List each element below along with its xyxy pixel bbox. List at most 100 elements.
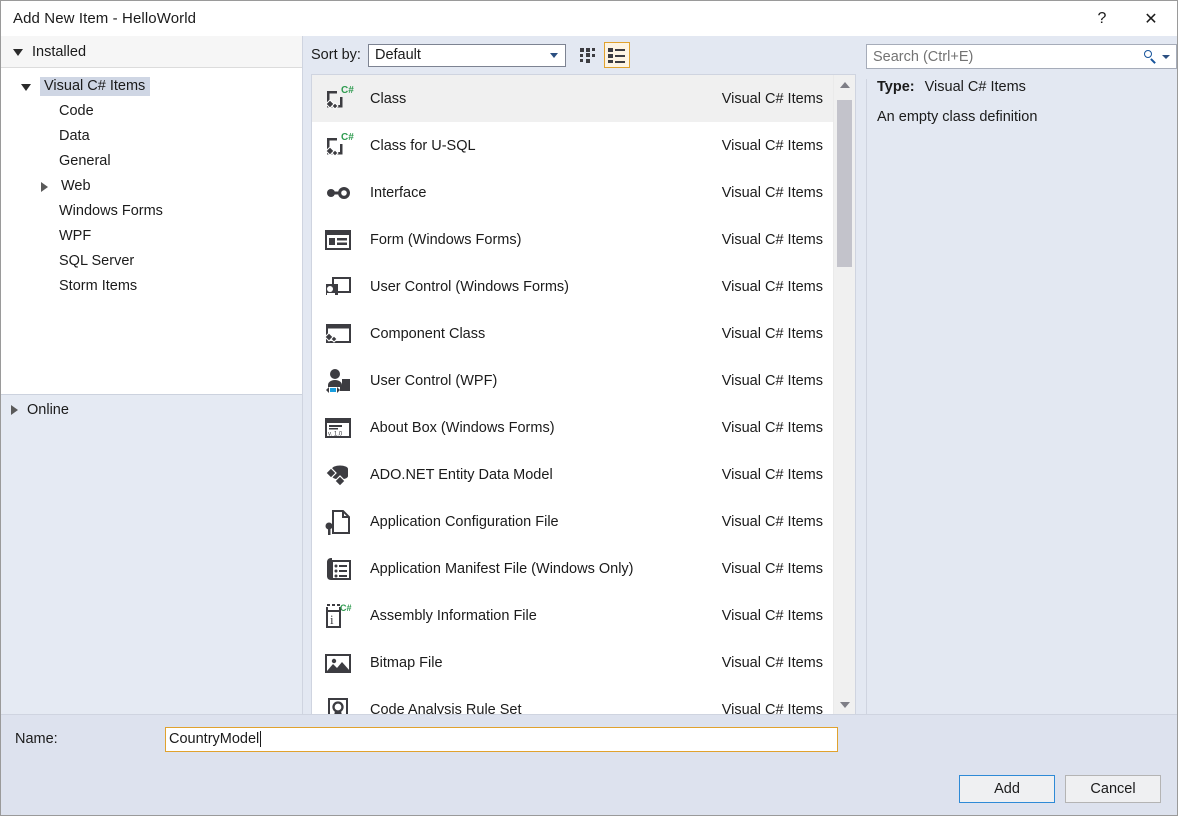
- scrollbar-thumb[interactable]: [837, 100, 852, 267]
- search-input[interactable]: Search (Ctrl+E): [867, 49, 973, 65]
- add-button[interactable]: Add: [959, 775, 1055, 803]
- sidebar-item-data[interactable]: Data: [1, 124, 302, 149]
- rule-set-icon: [320, 693, 356, 714]
- list-view-icon: [608, 47, 626, 63]
- close-button[interactable]: ✕: [1125, 1, 1177, 36]
- list-item-category: Visual C# Items: [721, 466, 823, 483]
- text-caret: [260, 731, 262, 747]
- sidebar-item-sql-server[interactable]: SQL Server: [1, 249, 302, 274]
- center-column: Sort by: Default C# Class Visual C# Item…: [303, 36, 856, 714]
- list-item[interactable]: Form (Windows Forms) Visual C# Items: [312, 216, 833, 263]
- help-button[interactable]: ?: [1079, 1, 1125, 36]
- list-item-name: User Control (Windows Forms): [370, 278, 569, 295]
- triangle-up-icon: [839, 81, 850, 88]
- list-item[interactable]: Application Configuration File Visual C# …: [312, 498, 833, 545]
- dialog-title: Add New Item - HelloWorld: [13, 10, 197, 27]
- sort-by-value: Default: [374, 47, 421, 63]
- chevron-down-icon[interactable]: [21, 84, 31, 91]
- list-item-category: Visual C# Items: [721, 90, 823, 107]
- list-item[interactable]: Interface Visual C# Items: [312, 169, 833, 216]
- list-item-category: Visual C# Items: [721, 513, 823, 530]
- view-toggle-group: [576, 42, 630, 68]
- list-item-category: Visual C# Items: [721, 607, 823, 624]
- list-item[interactable]: C# Class Visual C# Items: [312, 75, 833, 122]
- sidebar-item-storm-items[interactable]: Storm Items: [1, 274, 302, 299]
- sidebar-installed-header[interactable]: Installed: [1, 36, 302, 68]
- dialog-button-bar: Add Cancel: [1, 763, 1177, 815]
- triangle-down-icon: [839, 701, 850, 708]
- dialog-body: Installed Visual C# Items Code Data General…: [1, 36, 1177, 714]
- sidebar-item-label: WPF: [59, 228, 92, 244]
- scroll-down-button[interactable]: [834, 695, 855, 714]
- name-input[interactable]: CountryModel: [165, 726, 838, 752]
- form-icon: [320, 223, 356, 257]
- sidebar-item-visual-c-items[interactable]: Visual C# Items: [1, 74, 302, 99]
- sidebar-item-label: Visual C# Items: [40, 77, 151, 96]
- sidebar-item-label: Data: [59, 128, 90, 144]
- list-item-category: Visual C# Items: [721, 325, 823, 342]
- name-bar: Name: CountryModel: [1, 714, 1177, 763]
- bitmap-icon: [320, 646, 356, 680]
- sidebar-online-section: Online: [1, 393, 302, 714]
- sidebar-item-wpf[interactable]: WPF: [1, 224, 302, 249]
- list-item[interactable]: Component Class Visual C# Items: [312, 310, 833, 357]
- sidebar-item-label: Web: [61, 178, 91, 194]
- tiles-view-icon: [580, 47, 596, 63]
- list-item-name: About Box (Windows Forms): [370, 419, 555, 436]
- list-item[interactable]: C# Class for U-SQL Visual C# Items: [312, 122, 833, 169]
- app-config-icon: [320, 505, 356, 539]
- list-item[interactable]: User Control (WPF) Visual C# Items: [312, 357, 833, 404]
- search-icon[interactable]: [1144, 50, 1157, 64]
- cancel-button[interactable]: Cancel: [1065, 775, 1161, 803]
- sidebar-item-general[interactable]: General: [1, 149, 302, 174]
- detail-description: An empty class definition: [877, 109, 1038, 125]
- list-item[interactable]: Bitmap File Visual C# Items: [312, 639, 833, 686]
- name-input-value: CountryModel: [169, 731, 260, 747]
- item-list-container: C# Class Visual C# Items C# Class for U-SQL V…: [311, 74, 856, 714]
- sidebar-item-code[interactable]: Code: [1, 99, 302, 124]
- sidebar-item-label: SQL Server: [59, 253, 135, 269]
- list-item[interactable]: Application Manifest File (Windows Only)…: [312, 545, 833, 592]
- list-item[interactable]: ADO.NET Entity Data Model Visual C# Items: [312, 451, 833, 498]
- list-item-category: Visual C# Items: [721, 231, 823, 248]
- list-item-name: Application Configuration File: [370, 513, 559, 530]
- sidebar-item-online[interactable]: Online: [1, 395, 302, 425]
- list-item-name: Class: [370, 90, 407, 107]
- list-item-name: Interface: [370, 184, 427, 201]
- svg-text:i: i: [330, 612, 334, 627]
- sidebar-item-web[interactable]: Web: [1, 174, 302, 199]
- detail-type-row: Type: Visual C# Items: [877, 79, 1177, 95]
- svg-text:C#: C#: [340, 603, 352, 613]
- sort-by-select[interactable]: Default: [367, 43, 566, 67]
- scrollbar-track[interactable]: [834, 94, 855, 695]
- sort-by-label: Sort by:: [311, 47, 361, 63]
- app-manifest-icon: [320, 552, 356, 586]
- chevron-right-icon[interactable]: [41, 181, 48, 192]
- list-item-category: Visual C# Items: [721, 654, 823, 671]
- sidebar-item-label: Windows Forms: [59, 203, 163, 219]
- about-box-icon: v. 1.0: [320, 411, 356, 445]
- chevron-down-icon[interactable]: [1162, 54, 1170, 59]
- list-item-name: User Control (WPF): [370, 372, 498, 389]
- chevron-right-icon: [11, 404, 18, 415]
- list-item[interactable]: User Control (Windows Forms) Visual C# It…: [312, 263, 833, 310]
- item-details: Type: Visual C# Items An empty class def…: [866, 79, 1177, 714]
- list-item[interactable]: i C# Assembly Information File Visual C# It…: [312, 592, 833, 639]
- list-toolbar: Sort by: Default: [303, 36, 856, 74]
- list-item[interactable]: v. 1.0 About Box (Windows Forms) Visual C#…: [312, 404, 833, 451]
- sidebar-item-label: Storm Items: [59, 278, 138, 294]
- list-item-category: Visual C# Items: [721, 184, 823, 201]
- assembly-info-icon: i C#: [320, 599, 356, 633]
- item-list: C# Class Visual C# Items C# Class for U-SQL V…: [312, 75, 833, 714]
- title-bar: Add New Item - HelloWorld ? ✕: [1, 1, 1177, 36]
- sidebar-item-windows-forms[interactable]: Windows Forms: [1, 199, 302, 224]
- list-scrollbar[interactable]: [833, 75, 855, 714]
- list-item-category: Visual C# Items: [721, 560, 823, 577]
- scroll-up-button[interactable]: [834, 75, 855, 94]
- list-view-button[interactable]: [603, 42, 630, 68]
- sidebar-online-label: Online: [27, 401, 69, 418]
- sidebar-item-label: Code: [59, 103, 94, 119]
- tiles-view-button[interactable]: [576, 42, 602, 68]
- list-item[interactable]: Code Analysis Rule Set Visual C# Items: [312, 686, 833, 714]
- search-box[interactable]: Search (Ctrl+E): [866, 44, 1177, 69]
